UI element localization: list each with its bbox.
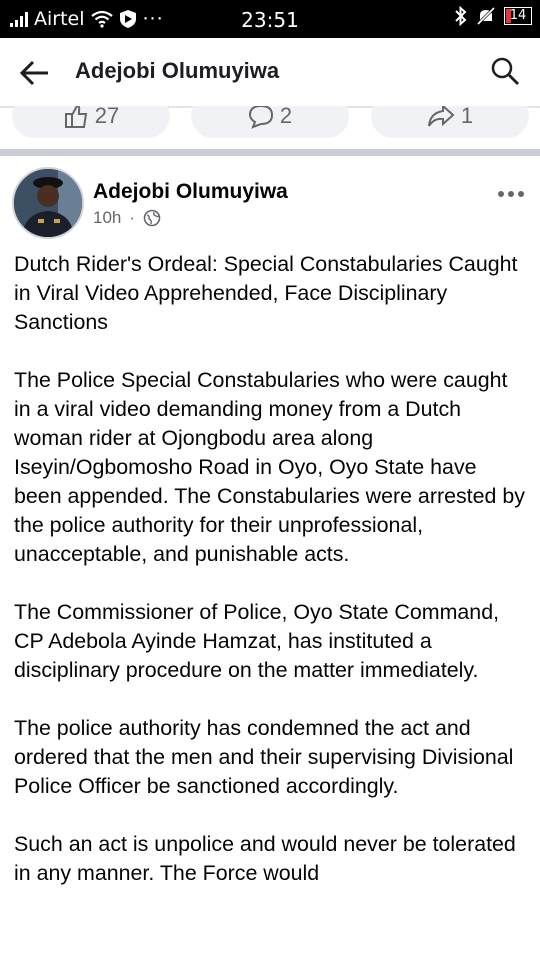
app-header: Adejobi Olumuyiwa: [0, 38, 540, 108]
battery-level: 14: [509, 8, 527, 23]
previous-post-actions: 27 2 1: [0, 106, 540, 152]
more-options-icon[interactable]: [496, 184, 526, 204]
separator-dot: ·: [129, 208, 136, 227]
mute-icon: [476, 6, 496, 26]
share-count: 1: [460, 106, 474, 128]
post-divider: [0, 149, 540, 156]
post-paragraph: The Commissioner of Police, Oyo State Co…: [14, 600, 500, 682]
profile-photo: [14, 169, 82, 237]
post-paragraph: The Police Special Constabularies who we…: [14, 368, 525, 566]
post-author[interactable]: Adejobi Olumuyiwa: [93, 180, 288, 204]
share-button[interactable]: 1: [371, 106, 529, 138]
post-paragraph: The police authority has condemned the a…: [14, 716, 514, 798]
like-count: 27: [94, 106, 120, 128]
share-icon: [427, 106, 455, 127]
post-time[interactable]: 10h: [93, 208, 121, 228]
search-icon[interactable]: [490, 56, 520, 86]
globe-icon: [143, 209, 161, 227]
comment-count: 2: [279, 106, 293, 128]
post-body: Dutch Rider's Ordeal: Special Constabula…: [14, 250, 530, 917]
battery-icon: 14: [504, 7, 532, 25]
back-arrow-icon[interactable]: [18, 56, 52, 90]
bluetooth-icon: [455, 6, 467, 26]
status-bar: Airtel ··· 23:51 14: [0, 0, 540, 38]
page-title: Adejobi Olumuyiwa: [75, 58, 280, 83]
like-icon: [64, 106, 87, 128]
avatar[interactable]: [12, 167, 84, 239]
post-meta: 10h ·: [93, 208, 161, 228]
post-paragraph: Such an act is unpolice and would never …: [14, 832, 516, 885]
post-headline: Dutch Rider's Ordeal: Special Constabula…: [14, 252, 518, 334]
comment-button[interactable]: 2: [191, 106, 349, 138]
comment-icon: [248, 106, 273, 129]
like-button[interactable]: 27: [12, 106, 170, 138]
